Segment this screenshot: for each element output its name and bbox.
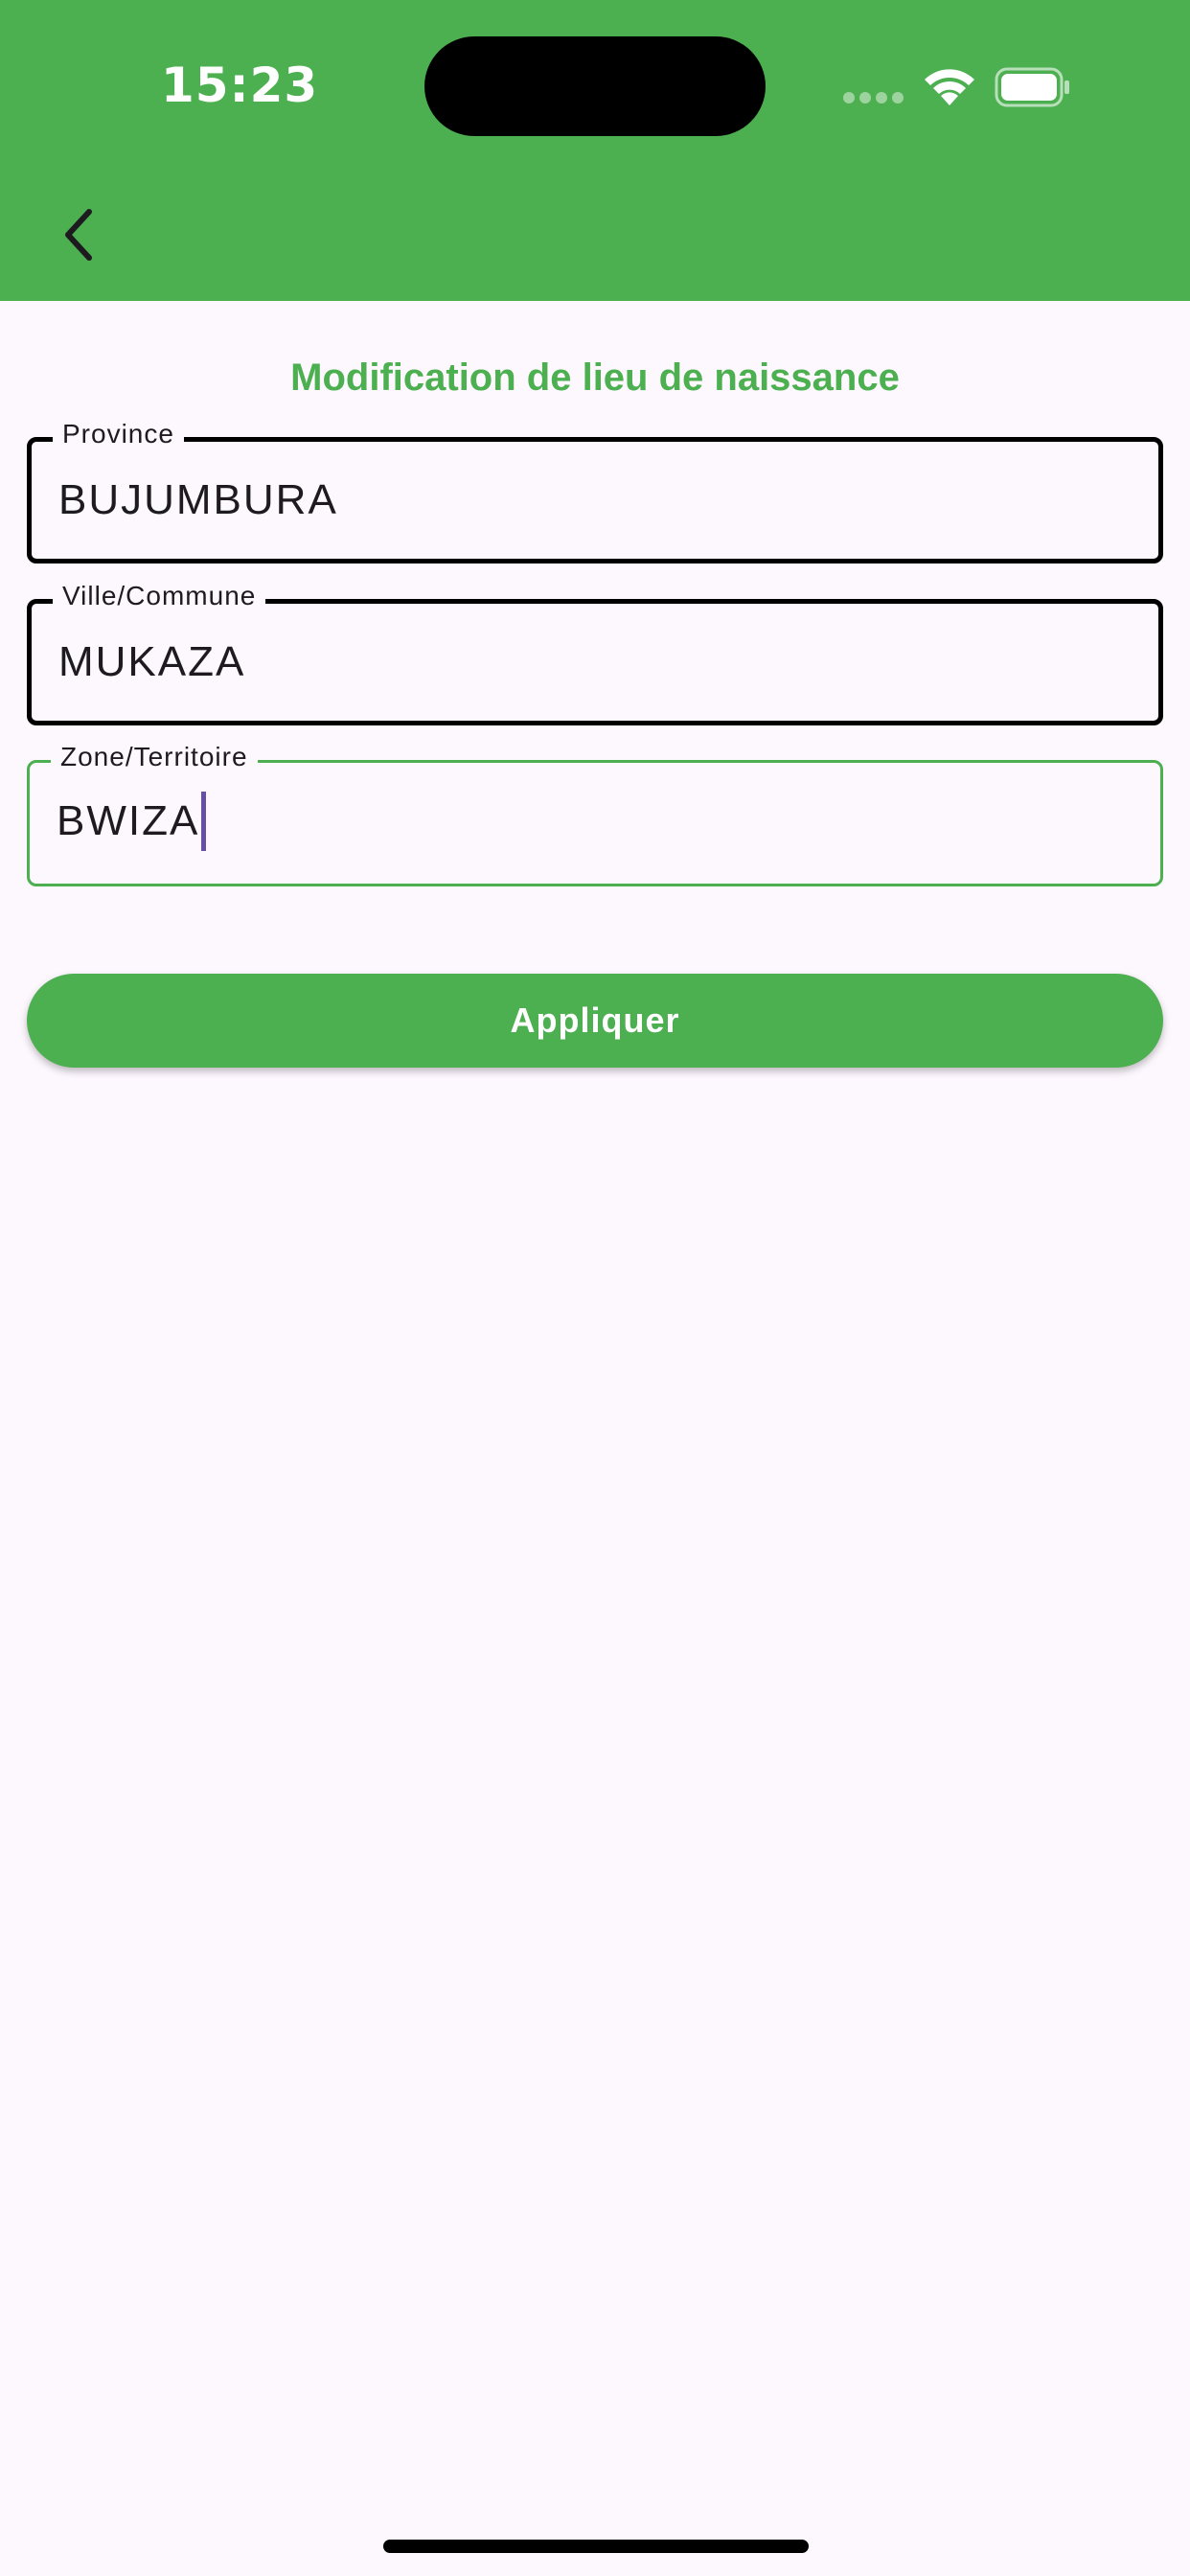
battery-icon	[995, 67, 1069, 107]
zone-value: BWIZA	[57, 797, 200, 844]
province-label: Province	[53, 419, 184, 449]
chevron-left-icon	[65, 209, 92, 261]
apply-button-label: Appliquer	[510, 1000, 680, 1040]
app-bar: 15:23	[0, 0, 1190, 301]
home-indicator[interactable]	[383, 2540, 809, 2553]
dynamic-island	[424, 36, 766, 136]
commune-label: Ville/Commune	[53, 581, 266, 611]
apply-button[interactable]: Appliquer	[27, 974, 1163, 1068]
back-button[interactable]	[44, 192, 111, 278]
status-time: 15:23	[161, 58, 319, 113]
zone-label: Zone/Territoire	[51, 742, 258, 772]
commune-value: MUKAZA	[58, 638, 246, 685]
page-title: Modification de lieu de naissance	[290, 356, 900, 399]
province-field[interactable]: Province BUJUMBURA	[27, 419, 1163, 564]
zone-input: BWIZA	[57, 792, 207, 851]
zone-field[interactable]: Zone/Territoire BWIZA	[27, 742, 1163, 886]
cellular-signal-icon	[843, 92, 904, 104]
commune-field[interactable]: Ville/Commune MUKAZA	[27, 581, 1163, 725]
text-caret	[201, 792, 207, 851]
province-value: BUJUMBURA	[58, 476, 338, 523]
wifi-icon	[925, 69, 974, 105]
